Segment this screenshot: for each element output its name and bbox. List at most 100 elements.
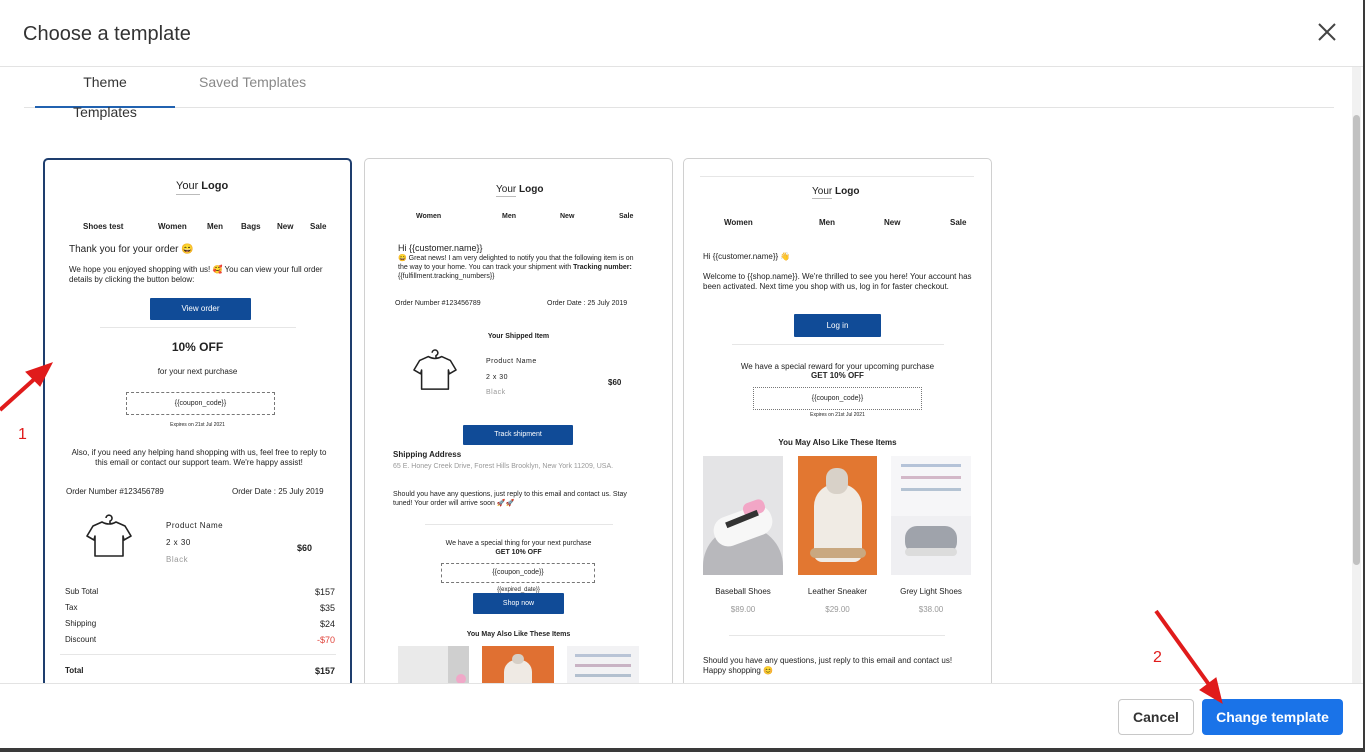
product-name: Leather Sneaker <box>807 587 868 596</box>
nav-item: New <box>560 213 575 220</box>
template-scroll-area[interactable]: Theme Templates Saved Templates Your Log… <box>0 67 1352 683</box>
log-in-button: Log in <box>794 314 881 337</box>
product-qty: 2 x 30 <box>486 374 509 381</box>
help-text: Also, if you need any helping hand shopp… <box>71 448 327 467</box>
nav-item: Women <box>724 218 753 227</box>
tab-theme-templates[interactable]: Theme Templates <box>35 67 175 120</box>
logo: Your Logo <box>812 186 860 197</box>
product-price: $89.00 <box>730 605 756 614</box>
product-image <box>482 646 554 683</box>
nav-item: Women <box>158 222 187 231</box>
shipping-title: Shipping Address <box>393 450 462 459</box>
template-card-welcome[interactable]: Your Logo Women Men New Sale Hi {{custom… <box>683 158 992 683</box>
template-card-shipping[interactable]: Your Logo Women Men New Sale Hi {{custom… <box>364 158 673 683</box>
coupon-box: {{coupon_code}} <box>441 563 595 583</box>
shipped-title: Your Shipped Item <box>487 333 550 340</box>
nav-item: Shoes test <box>83 222 124 231</box>
special-off: GET 10% OFF <box>495 549 542 556</box>
tshirt-icon <box>413 349 457 390</box>
nav-item: Men <box>819 218 835 227</box>
order-date: Order Date : 25 July 2019 <box>547 300 628 307</box>
close-button[interactable] <box>1315 20 1339 44</box>
template-tabs: Theme Templates Saved Templates <box>24 67 1334 120</box>
nav-item: Men <box>502 213 516 220</box>
expires-text: Expires on 21st Jul 2021 <box>170 422 225 428</box>
also-like-title: You May Also Like These Items <box>778 438 897 447</box>
choose-template-modal: Choose a template Theme Templates Saved … <box>0 0 1363 748</box>
change-template-button[interactable]: Change template <box>1202 699 1343 735</box>
close-icon <box>1318 23 1336 41</box>
also-like-title: You May Also Like These Items <box>466 631 571 638</box>
annotation-step-1: 1 <box>18 426 27 443</box>
product-name: Grey Light Shoes <box>900 587 962 596</box>
closing-text: Should you have any questions, just repl… <box>703 656 953 675</box>
tab-saved-templates[interactable]: Saved Templates <box>183 67 322 108</box>
greeting: Hi {{customer.name}} <box>398 243 483 253</box>
nav-item: Sale <box>310 222 327 231</box>
subtotal-label: Sub Total <box>65 587 99 596</box>
product-image-baseball-shoes <box>703 456 783 575</box>
shipping-address: 65 E. Honey Creek Drive, Forest Hills Br… <box>393 463 614 470</box>
discount-title: 10% OFF <box>171 340 224 354</box>
product-image <box>567 646 639 683</box>
product-color: Black <box>486 389 506 396</box>
track-shipment-button: Track shipment <box>463 425 573 445</box>
order-number: Order Number #123456789 <box>395 300 481 307</box>
discount-subtitle: for your next purchase <box>157 367 238 376</box>
total-label: Total <box>65 666 84 675</box>
nav-item: Men <box>207 222 223 231</box>
product-image-grey-light-shoes <box>891 456 971 575</box>
shop-now-button: Shop now <box>473 593 564 614</box>
expires-text: Expires on 21st Jul 2021 <box>810 412 865 418</box>
template-card-order-confirmation[interactable]: Your Logo Shoes test Women Men Bags New … <box>43 158 352 683</box>
email-heading: Thank you for your order 😄 <box>69 244 194 255</box>
nav-item: Bags <box>241 222 261 231</box>
nav-item: New <box>884 218 901 227</box>
annotation-step-2: 2 <box>1153 649 1162 666</box>
total-value: $157 <box>314 666 335 676</box>
shipping-label: Shipping <box>65 619 97 628</box>
product-name: Product Name <box>166 521 224 530</box>
special-text: We have a special thing for your next pu… <box>445 540 592 547</box>
nav-item: Sale <box>950 218 967 227</box>
modal-footer: Cancel Change template <box>0 683 1363 748</box>
product-price: $60 <box>297 543 313 553</box>
product-price: $60 <box>608 378 622 387</box>
shipping-message: 😄 Great news! I am very delighted to not… <box>398 255 634 280</box>
product-price: $38.00 <box>918 605 944 614</box>
tax-value: $35 <box>319 603 335 613</box>
modal-title: Choose a template <box>23 23 191 45</box>
scrollbar-thumb[interactable] <box>1353 115 1360 565</box>
tax-label: Tax <box>65 603 78 612</box>
product-image <box>398 646 469 683</box>
greeting: Hi {{customer.name}} 👋 <box>703 252 791 261</box>
email-message: We hope you enjoyed shopping with us! 🥰 … <box>69 265 323 284</box>
product-color: Black <box>166 555 189 564</box>
product-price: $29.00 <box>825 605 850 614</box>
welcome-message: Welcome to {{shop.name}}. We're thrilled… <box>703 272 972 291</box>
nav-item: Women <box>416 213 442 220</box>
modal-header: Choose a template <box>0 0 1363 67</box>
coupon-box: {{coupon_code}} <box>753 387 922 410</box>
product-qty: 2 x 30 <box>166 538 191 547</box>
questions-text: Should you have any questions, just repl… <box>393 491 627 507</box>
view-order-button: View order <box>150 298 251 320</box>
product-image-leather-sneaker <box>798 456 877 575</box>
scrollbar[interactable] <box>1352 67 1361 683</box>
logo: Your Logo <box>496 184 544 195</box>
order-number: Order Number #123456789 <box>66 487 164 496</box>
nav-item: Sale <box>619 213 634 220</box>
discount-label: Discount <box>65 635 97 644</box>
cancel-button[interactable]: Cancel <box>1118 699 1194 735</box>
tshirt-icon <box>86 514 132 557</box>
product-name: Baseball Shoes <box>715 587 771 596</box>
logo: Your Logo <box>176 180 229 192</box>
shipping-value: $24 <box>319 619 335 629</box>
product-name: Product Name <box>486 358 537 365</box>
coupon-box: {{coupon_code}} <box>126 392 275 415</box>
nav-item: New <box>277 222 294 231</box>
reward-off: GET 10% OFF <box>811 371 864 380</box>
order-date: Order Date : 25 July 2019 <box>232 487 324 496</box>
discount-value: -$70 <box>316 635 335 645</box>
subtotal-value: $157 <box>314 587 335 597</box>
